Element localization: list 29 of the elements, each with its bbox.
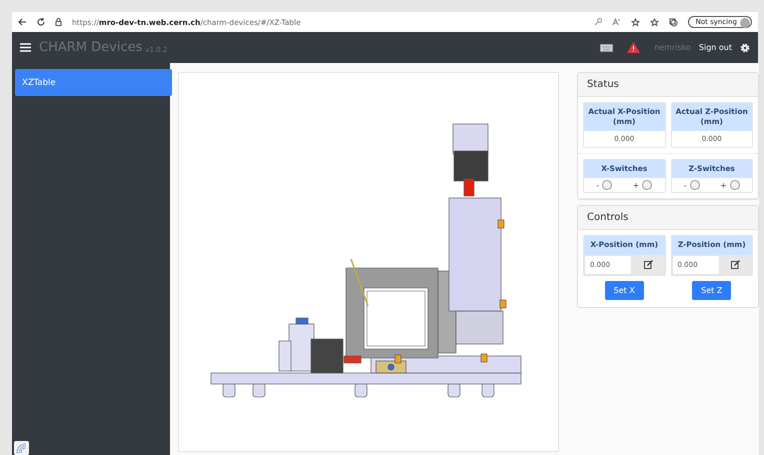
edit-button[interactable] — [720, 254, 752, 274]
edit-button[interactable] — [632, 254, 664, 274]
edit-icon — [731, 260, 740, 269]
set-button[interactable]: Set X — [604, 280, 644, 300]
key-icon[interactable] — [594, 18, 602, 26]
warning-icon[interactable] — [627, 42, 640, 53]
card-title: Controls — [578, 206, 758, 230]
favorites-icon[interactable] — [650, 18, 659, 26]
minus-label: - — [596, 180, 600, 190]
plus-label: + — [720, 180, 727, 190]
sidebar-item[interactable]: XZTable — [15, 69, 172, 96]
keyboard-icon[interactable] — [600, 44, 614, 52]
read-aloud-icon[interactable] — [612, 18, 621, 26]
collections-icon[interactable] — [668, 18, 678, 26]
back-icon[interactable] — [18, 18, 27, 26]
sign-out-link[interactable]: Sign out — [698, 43, 732, 52]
card-title: Status — [578, 73, 758, 97]
edit-icon — [644, 260, 653, 269]
menu-icon[interactable] — [20, 43, 31, 52]
set-button[interactable]: Set Z — [692, 280, 732, 300]
app-title: CHARM Devices — [39, 40, 142, 55]
favorite-add-icon[interactable] — [630, 18, 640, 26]
minus-label: - — [684, 180, 687, 190]
logo-icon — [14, 441, 29, 455]
lock-icon — [55, 18, 62, 26]
settings-icon[interactable] — [740, 42, 750, 52]
plus-label: + — [632, 180, 640, 190]
user-name: nemrisko — [654, 43, 691, 52]
reload-icon[interactable] — [37, 18, 45, 26]
